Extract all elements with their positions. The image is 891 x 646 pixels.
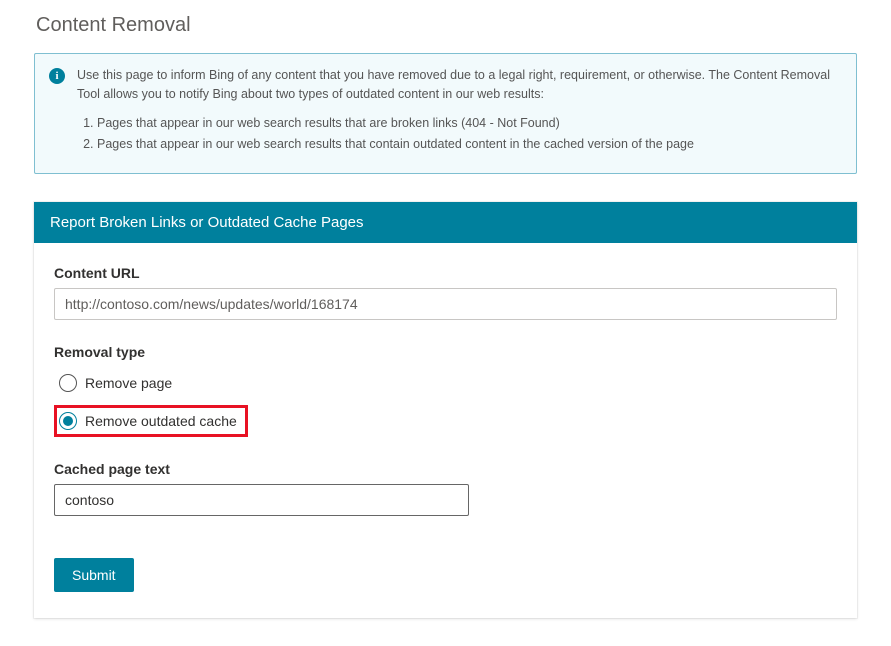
removal-type-group: Removal type Remove page Remove outdated… bbox=[54, 344, 837, 437]
cached-text-group: Cached page text bbox=[54, 461, 837, 516]
info-list-item: Pages that appear in our web search resu… bbox=[97, 135, 842, 154]
cached-text-label: Cached page text bbox=[54, 461, 837, 477]
info-panel: i Use this page to inform Bing of any co… bbox=[34, 53, 857, 174]
report-form-card: Report Broken Links or Outdated Cache Pa… bbox=[34, 202, 857, 618]
content-removal-page: Content Removal i Use this page to infor… bbox=[0, 0, 891, 646]
radio-remove-outdated-cache[interactable]: Remove outdated cache bbox=[54, 405, 248, 437]
radio-label: Remove page bbox=[85, 375, 172, 391]
content-url-label: Content URL bbox=[54, 265, 837, 281]
info-icon: i bbox=[49, 68, 65, 84]
page-title: Content Removal bbox=[36, 14, 857, 37]
radio-remove-page[interactable]: Remove page bbox=[54, 367, 183, 399]
card-header: Report Broken Links or Outdated Cache Pa… bbox=[34, 202, 857, 243]
info-intro: Use this page to inform Bing of any cont… bbox=[77, 66, 842, 104]
content-url-group: Content URL bbox=[54, 265, 837, 320]
cached-text-input[interactable] bbox=[54, 484, 469, 516]
info-list: Pages that appear in our web search resu… bbox=[77, 114, 842, 155]
radio-icon bbox=[59, 374, 77, 392]
submit-button[interactable]: Submit bbox=[54, 558, 134, 592]
info-body: Use this page to inform Bing of any cont… bbox=[77, 66, 842, 157]
radio-label: Remove outdated cache bbox=[85, 413, 237, 429]
removal-type-options: Remove page Remove outdated cache bbox=[54, 367, 837, 437]
removal-type-label: Removal type bbox=[54, 344, 837, 360]
content-url-input[interactable] bbox=[54, 288, 837, 320]
radio-icon bbox=[59, 412, 77, 430]
info-list-item: Pages that appear in our web search resu… bbox=[97, 114, 842, 133]
